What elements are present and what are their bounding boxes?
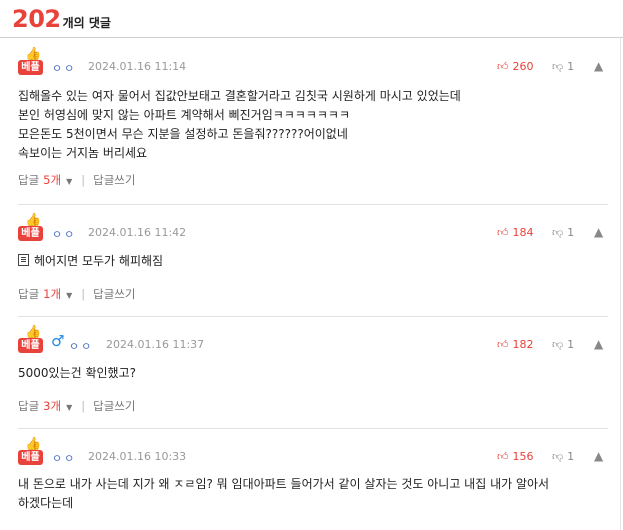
comment-item: 👍 베플 ㅇㅇ 2024.01.16 10:33 👍︎ 156 👎︎ 1 ▲ 내 돈…: [0, 428, 618, 530]
write-reply-button[interactable]: 답글쓰기: [93, 398, 135, 414]
dislike-button[interactable]: 👎︎ 1: [552, 60, 574, 73]
comment-nickname[interactable]: ㅇㅇ: [52, 60, 76, 76]
thumbs-up-icon: 👍︎: [497, 338, 509, 351]
report-icon[interactable]: ▲: [594, 59, 603, 73]
thumbs-down-icon: 👎︎: [552, 226, 564, 239]
action-separator: |: [81, 399, 86, 413]
like-count: 156: [512, 450, 534, 463]
reply-toggle-button[interactable]: 답글 3개 ▼: [18, 398, 72, 414]
comments-header: 202 개의 댓글: [12, 5, 111, 37]
dislike-button[interactable]: 👎︎ 1: [552, 450, 574, 463]
comment-text: 집해올수 있는 여자 물어서 집값안보태고 결혼할거라고 김칫국 시원하게 마시…: [18, 89, 461, 160]
dislike-count: 1: [567, 60, 575, 73]
like-count: 182: [512, 338, 534, 351]
thumbs-up-icon: 👍︎: [497, 226, 509, 239]
like-button[interactable]: 👍︎ 182: [497, 338, 534, 351]
male-icon: ♂: [51, 332, 65, 350]
reply-toggle-button[interactable]: 답글 1개 ▼: [18, 286, 72, 302]
best-badge: 👍 베플: [18, 438, 44, 466]
report-icon[interactable]: ▲: [594, 449, 603, 463]
action-separator: |: [81, 287, 86, 301]
reply-toggle-button[interactable]: 답글 5개 ▼: [18, 172, 72, 188]
comment-item: 👍 베플 ♂ ㅇㅇ 2024.01.16 11:37 👍︎ 182 👎︎ 1 ▲ 5…: [0, 316, 618, 429]
dislike-count: 1: [567, 226, 575, 239]
write-reply-button[interactable]: 답글쓰기: [93, 286, 135, 302]
comment-text: 5000있는건 확인했고?: [18, 366, 137, 380]
comment-actions: 답글 1개 ▼ | 답글쓰기: [18, 286, 135, 302]
best-badge: 👍 베플: [18, 214, 44, 242]
comment-text-row: 헤어지면 모두가 해피해짐: [18, 252, 608, 271]
report-icon[interactable]: ▲: [594, 337, 603, 351]
write-reply-button[interactable]: 답글쓰기: [93, 172, 135, 188]
dislike-count: 1: [567, 450, 575, 463]
caret-down-icon: ▼: [66, 291, 73, 300]
comment-item: 👍 베플 ㅇㅇ 2024.01.16 11:14 👍︎ 260 👎︎ 1 ▲ 집해올…: [0, 38, 618, 205]
best-badge: 👍 베플: [18, 326, 44, 354]
comment-actions: 답글 5개 ▼ | 답글쓰기: [18, 172, 135, 188]
comment-item: 👍 베플 ㅇㅇ 2024.01.16 11:42 👍︎ 184 👎︎ 1 ▲ 헤어지…: [0, 204, 618, 317]
thumbs-down-icon: 👎︎: [552, 338, 564, 351]
best-badge-label: 베플: [18, 450, 43, 465]
comment-meta: 👍 베플 ㅇㅇ 2024.01.16 11:42 👍︎ 184 👎︎ 1 ▲: [18, 214, 608, 242]
like-count: 260: [512, 60, 534, 73]
comment-text: 내 돈으로 내가 사는데 지가 왜 ㅈㄹ임? 뭐 임대아파트 들어가서 같이 살…: [18, 477, 550, 510]
best-badge-label: 베플: [18, 338, 43, 353]
comment-text: 헤어지면 모두가 해피해짐: [34, 254, 164, 268]
comment-date: 2024.01.16 11:42: [88, 226, 187, 239]
dislike-button[interactable]: 👎︎ 1: [552, 338, 574, 351]
like-button[interactable]: 👍︎ 184: [497, 226, 534, 239]
comment-nickname[interactable]: ㅇㅇ: [52, 226, 76, 242]
caret-down-icon: ▼: [66, 177, 73, 186]
comment-nickname[interactable]: ㅇㅇ: [52, 450, 76, 466]
comment-meta: 👍 베플 ㅇㅇ 2024.01.16 11:14 👍︎ 260 👎︎ 1 ▲: [18, 48, 608, 76]
comment-count-label: 개의 댓글: [62, 16, 111, 30]
thumbs-down-icon: 👎︎: [552, 450, 564, 463]
caret-down-icon: ▼: [66, 403, 73, 412]
comment-date: 2024.01.16 11:14: [88, 60, 187, 73]
dislike-button[interactable]: 👎︎ 1: [552, 226, 574, 239]
reply-label: 답글: [18, 287, 40, 301]
reply-count: 5개: [43, 173, 62, 187]
comment-actions: 답글 3개 ▼ | 답글쓰기: [18, 398, 135, 414]
right-border: [620, 38, 621, 530]
action-separator: |: [81, 173, 86, 187]
like-button[interactable]: 👍︎ 156: [497, 450, 534, 463]
reply-count: 1개: [43, 287, 62, 301]
like-count: 184: [512, 226, 534, 239]
like-button[interactable]: 👍︎ 260: [497, 60, 534, 73]
comment-date: 2024.01.16 10:33: [88, 450, 187, 463]
comment-date: 2024.01.16 11:37: [106, 338, 205, 351]
comment-count: 202: [12, 5, 61, 33]
comment-nickname[interactable]: ㅇㅇ: [69, 338, 93, 354]
comment-meta: 👍 베플 ㅇㅇ 2024.01.16 10:33 👍︎ 156 👎︎ 1 ▲: [18, 438, 608, 466]
reply-label: 답글: [18, 399, 40, 413]
best-badge-label: 베플: [18, 226, 43, 241]
best-badge-label: 베플: [18, 60, 43, 75]
memo-icon: [18, 254, 29, 266]
reply-count: 3개: [43, 399, 62, 413]
reply-label: 답글: [18, 173, 40, 187]
thumbs-down-icon: 👎︎: [552, 60, 564, 73]
thumbs-up-icon: 👍︎: [497, 450, 509, 463]
comment-meta: 👍 베플 ♂ ㅇㅇ 2024.01.16 11:37 👍︎ 182 👎︎ 1 ▲: [18, 326, 608, 354]
best-badge: 👍 베플: [18, 48, 44, 76]
thumbs-up-icon: 👍︎: [497, 60, 509, 73]
report-icon[interactable]: ▲: [594, 225, 603, 239]
dislike-count: 1: [567, 338, 575, 351]
